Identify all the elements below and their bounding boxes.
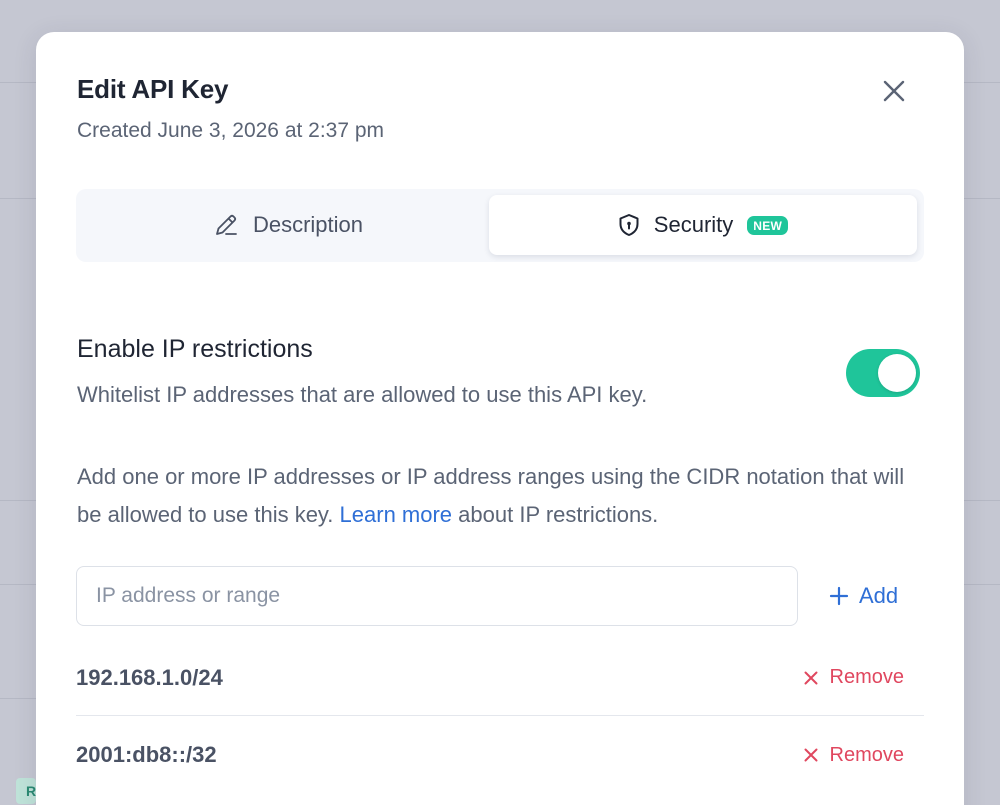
ip-restrictions-toggle[interactable]	[846, 349, 920, 397]
remove-ip-button[interactable]: Remove	[804, 744, 904, 767]
close-icon	[883, 80, 905, 102]
tab-security[interactable]: Security NEW	[489, 195, 917, 255]
plus-icon	[829, 586, 849, 606]
ip-list-item: 2001:db8::/32 Remove	[76, 717, 924, 793]
modal-subtitle: Created June 3, 2026 at 2:37 pm	[77, 119, 385, 142]
background-divider	[0, 698, 36, 699]
new-badge: NEW	[747, 215, 789, 235]
pencil-icon	[216, 214, 237, 235]
learn-more-link[interactable]: Learn more	[340, 502, 453, 527]
background-divider	[964, 500, 1000, 501]
background-divider	[0, 198, 36, 199]
background-divider	[964, 584, 1000, 585]
tab-description[interactable]: Description	[82, 195, 494, 255]
cidr-info-text: Add one or more IP addresses or IP addre…	[77, 458, 927, 534]
ip-restrictions-description: Whitelist IP addresses that are allowed …	[77, 382, 648, 407]
background-divider	[964, 198, 1000, 199]
modal-title: Edit API Key	[77, 74, 229, 104]
background-divider	[0, 82, 36, 83]
background-divider	[964, 82, 1000, 83]
tab-security-label: Security	[653, 212, 734, 237]
background-badge: R	[16, 778, 36, 804]
close-button[interactable]	[879, 76, 909, 106]
edit-api-key-modal: Edit API Key Created June 3, 2026 at 2:3…	[36, 32, 964, 805]
background-divider	[0, 584, 36, 585]
background-divider	[0, 500, 36, 501]
ip-restrictions-title: Enable IP restrictions	[77, 335, 313, 363]
ip-list-item: 192.168.1.0/24 Remove	[76, 640, 924, 716]
add-ip-button[interactable]: Add	[829, 580, 898, 612]
ip-address-input[interactable]	[76, 566, 798, 626]
ip-entry-value: 2001:db8::/32	[76, 742, 217, 767]
toggle-knob	[878, 354, 916, 392]
remove-ip-label: Remove	[829, 743, 904, 766]
x-icon	[804, 748, 818, 762]
x-icon	[804, 671, 818, 684]
add-ip-label: Add	[859, 583, 899, 608]
remove-ip-button[interactable]: Remove	[804, 666, 904, 689]
remove-ip-label: Remove	[829, 666, 904, 688]
tab-bar: Description Security NEW	[76, 189, 924, 262]
cidr-info-text-end: about IP restrictions.	[452, 502, 659, 527]
tab-description-label: Description	[252, 212, 364, 237]
ip-entry-value: 192.168.1.0/24	[76, 664, 223, 690]
shield-icon	[619, 214, 639, 236]
